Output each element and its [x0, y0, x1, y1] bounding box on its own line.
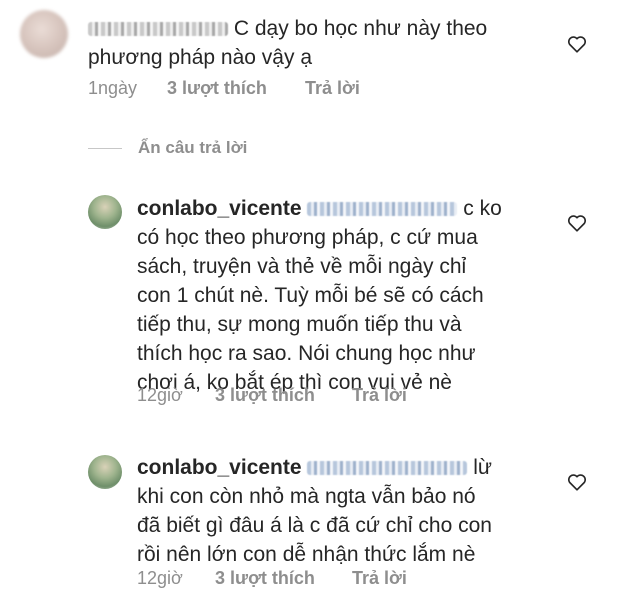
- comment-text: C dạy bo học như này theo phương pháp nà…: [88, 14, 558, 72]
- blurred-mention: [307, 461, 468, 476]
- reply-text: conlabo_vicente lừ khi con còn nhỏ mà ng…: [137, 453, 537, 569]
- comment-meta: 1ngày 3 lượt thích Trả lời: [88, 78, 360, 99]
- avatar[interactable]: [88, 455, 122, 489]
- reply-line: thích học ra sao. Nói chung học như: [137, 342, 476, 365]
- reply-line: c ko: [463, 197, 502, 220]
- reply-line: sách, truyện và thẻ về mỗi ngày chỉ: [137, 255, 467, 278]
- comment-time: 1ngày: [88, 78, 138, 98]
- hide-replies-label: Ẩn câu trả lời: [138, 138, 248, 157]
- reply-line: có học theo phương pháp, c cứ mua: [137, 226, 478, 249]
- reply-time: 12giờ: [137, 568, 183, 588]
- comment-line: C dạy bo học như này theo: [233, 17, 488, 40]
- reply-text: conlabo_vicente c ko có học theo phương …: [137, 194, 537, 397]
- likes-count[interactable]: 3 lượt thích: [167, 78, 300, 99]
- reply-meta: 12giờ 3 lượt thích Trả lời: [137, 385, 407, 406]
- reply-line: con 1 chút nè. Tuỳ mỗi bé sẽ có cách: [137, 284, 484, 307]
- avatar[interactable]: [20, 10, 68, 58]
- reply-line: lừ: [473, 456, 492, 479]
- blurred-username: [88, 22, 228, 37]
- reply-button[interactable]: Trả lời: [305, 78, 360, 99]
- heart-outline-icon[interactable]: [566, 33, 588, 55]
- reply-line: rồi nên lớn con dễ nhận thức lắm nè: [137, 543, 476, 566]
- divider: [88, 147, 122, 149]
- avatar[interactable]: [88, 195, 122, 229]
- heart-outline-icon[interactable]: [566, 212, 588, 234]
- heart-outline-icon[interactable]: [566, 471, 588, 493]
- comment-line: phương pháp nào vậy ạ: [88, 46, 312, 69]
- likes-count[interactable]: 3 lượt thích: [215, 568, 347, 589]
- likes-count[interactable]: 3 lượt thích: [215, 385, 347, 406]
- reply-username[interactable]: conlabo_vicente: [137, 197, 302, 220]
- blurred-mention: [307, 202, 458, 217]
- reply-button[interactable]: Trả lời: [352, 568, 407, 589]
- reply-line: đã biết gì đâu á là c đã cứ chỉ cho con: [137, 514, 492, 537]
- reply-line: tiếp thu, sự mong muốn tiếp thu và: [137, 313, 462, 336]
- hide-replies-toggle[interactable]: Ẩn câu trả lời: [88, 138, 247, 158]
- reply-username[interactable]: conlabo_vicente: [137, 456, 302, 479]
- reply-meta: 12giờ 3 lượt thích Trả lời: [137, 568, 407, 589]
- reply-time: 12giờ: [137, 385, 183, 405]
- reply-line: khi con còn nhỏ mà ngta vẫn bảo nó: [137, 485, 476, 508]
- reply-button[interactable]: Trả lời: [352, 385, 407, 406]
